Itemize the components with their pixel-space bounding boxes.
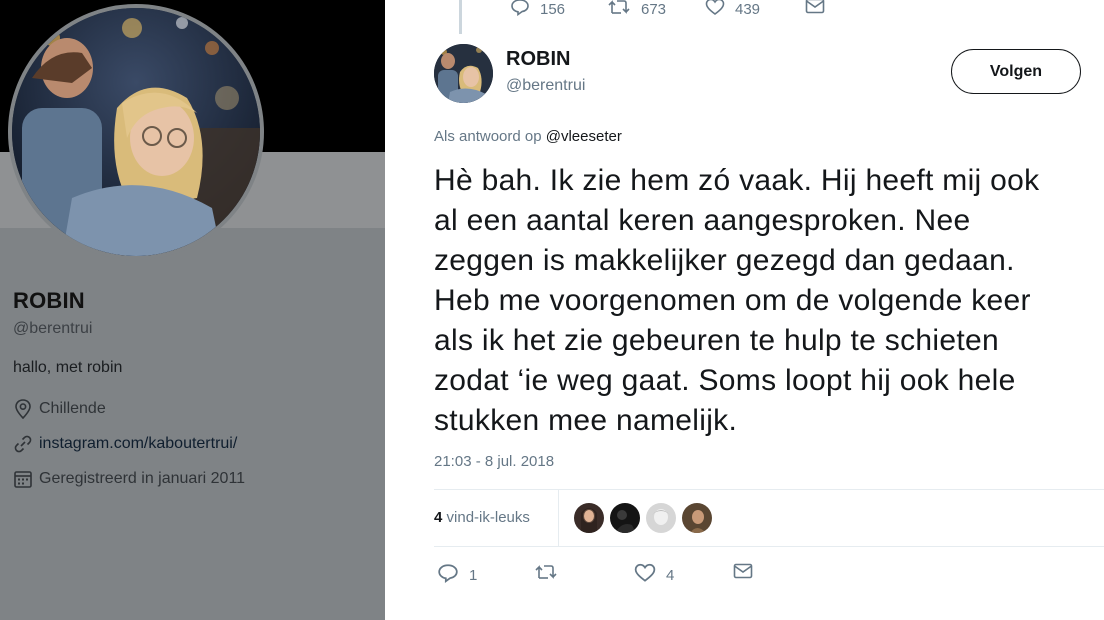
location-text: Chillende — [39, 400, 106, 417]
like-count: 4 — [666, 566, 675, 584]
reply-context: Als antwoord op @vleeseter — [434, 128, 622, 145]
profile-name: ROBIN — [13, 288, 85, 313]
profile-website[interactable]: instagram.com/kaboutertrui/ — [13, 434, 237, 454]
likes-summary[interactable]: 4 vind-ik-leuks — [434, 509, 530, 526]
retweet-action[interactable]: 673 — [607, 0, 666, 20]
retweet-action[interactable] — [534, 563, 568, 585]
profile-bio: hallo, met robin — [13, 359, 123, 376]
author-handle[interactable]: @berentrui — [506, 77, 585, 95]
stats-divider-top — [434, 489, 1104, 490]
like-count: 439 — [735, 0, 761, 18]
tweet-text-line: al een aantal keren aangesproken. Nee — [434, 204, 971, 237]
tweet-text-line: zodat ‘ie weg gaat. Soms loopt hij ook h… — [434, 364, 1016, 397]
liker-avatar[interactable] — [646, 503, 676, 533]
stats-separator — [558, 489, 559, 546]
profile-avatar[interactable] — [8, 4, 264, 260]
heart-icon — [634, 563, 656, 587]
thread-line — [459, 0, 462, 34]
stats-divider-bottom — [434, 546, 1104, 547]
location-pin-icon — [13, 399, 33, 419]
reply-mention-link[interactable]: @vleeseter — [546, 128, 622, 145]
envelope-icon — [805, 0, 825, 18]
envelope-icon — [733, 563, 753, 583]
reply-icon — [437, 563, 459, 587]
tweet-text-line: stukken mee namelijk. — [434, 404, 738, 437]
retweet-count: 673 — [641, 0, 667, 18]
likes-label: vind-ik-leuks — [446, 509, 530, 526]
reply-action[interactable]: 1 — [437, 563, 477, 587]
liker-avatar[interactable] — [610, 503, 640, 533]
reply-icon — [510, 0, 530, 20]
link-icon — [13, 434, 33, 454]
retweet-icon — [534, 563, 558, 585]
follow-button[interactable]: Volgen — [951, 49, 1081, 94]
tweet-timestamp[interactable]: 21:03 - 8 jul. 2018 — [434, 453, 554, 470]
profile-joined: Geregistreerd in januari 2011 — [13, 469, 245, 489]
website-link[interactable]: instagram.com/kaboutertrui/ — [39, 435, 237, 453]
liker-avatar[interactable] — [682, 503, 712, 533]
profile-sidebar — [0, 228, 385, 620]
heart-icon — [705, 0, 725, 20]
tweet-text-line: als ik het zie gebeuren te hulp te schie… — [434, 324, 999, 357]
tweet-text-line: zeggen is makkelijker gezegd dan gedaan. — [434, 244, 1015, 277]
profile-location: Chillende — [13, 399, 106, 419]
liker-avatar[interactable] — [574, 503, 604, 533]
retweet-icon — [607, 0, 631, 20]
dm-action[interactable] — [733, 563, 753, 583]
reply-count: 1 — [469, 566, 478, 584]
dm-action[interactable] — [805, 0, 825, 18]
tweet-text-line: Heb me voorgenomen om de volgende keer — [434, 284, 1031, 317]
like-action[interactable]: 4 — [634, 563, 674, 587]
reply-count: 156 — [540, 0, 566, 18]
tweet-text-line: Hè bah. Ik zie hem zó vaak. Hij heeft mi… — [434, 164, 1040, 197]
calendar-icon — [13, 469, 33, 489]
author-name[interactable]: ROBIN — [506, 48, 570, 71]
profile-panel: ROBIN @berentrui hallo, met robin Chille… — [0, 0, 385, 620]
reply-prefix: Als antwoord op — [434, 128, 542, 145]
profile-handle: @berentrui — [13, 320, 93, 337]
tweet-text: Hè bah. Ik zie hem zó vaak. Hij heeft mi… — [434, 161, 1104, 441]
likers-avatars — [574, 503, 712, 533]
reply-action[interactable]: 156 — [510, 0, 565, 20]
likes-count: 4 — [434, 509, 443, 526]
joined-text: Geregistreerd in januari 2011 — [39, 470, 246, 487]
like-action[interactable]: 439 — [705, 0, 760, 20]
author-avatar[interactable] — [434, 44, 493, 103]
